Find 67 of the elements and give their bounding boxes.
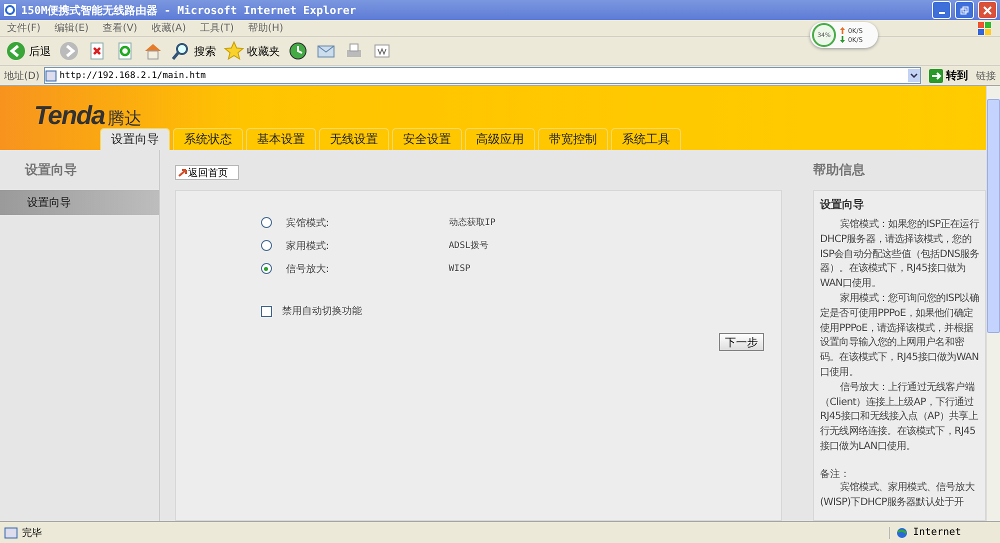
radio-button[interactable] xyxy=(260,240,272,251)
close-button[interactable] xyxy=(978,1,997,19)
mode-label: 家用模式: xyxy=(284,240,330,252)
help-title: 帮助信息 xyxy=(813,162,866,180)
nav-tab[interactable]: 安全设置 xyxy=(392,128,462,150)
dropdown-icon[interactable] xyxy=(908,69,920,82)
nav-tab[interactable]: 无线设置 xyxy=(319,128,389,150)
minimize-button[interactable] xyxy=(932,1,951,19)
back-home-button[interactable]: 返回首页 xyxy=(174,165,239,180)
brand-name: 腾达 xyxy=(108,108,142,130)
address-field[interactable]: http://192.168.2.1/main.htm xyxy=(44,67,921,84)
logo-text: Tenda xyxy=(34,100,105,131)
checkbox[interactable] xyxy=(260,306,272,316)
menu-item[interactable]: 帮助(H) xyxy=(248,21,284,35)
links-button[interactable]: 链接 xyxy=(976,68,996,82)
radio-button[interactable] xyxy=(260,217,272,228)
scrollbar[interactable] xyxy=(986,86,1000,521)
nav-tab[interactable]: 带宽控制 xyxy=(538,128,608,150)
help-paragraph: 家用模式：您可询问您的ISP以确定是否可使用PPPoE，如果他们确定使用PPPoE，请选择该模式，并根据设置向导输入您的上网用户名和密码。在该模式下，RJ45接口做为WAN口使用。 xyxy=(820,292,980,380)
browser-logo-icon xyxy=(3,3,17,17)
note-title: 备注： xyxy=(820,468,851,481)
menu-item[interactable]: 文件(F) xyxy=(7,21,41,35)
menu-item[interactable]: 编辑(E) xyxy=(54,21,89,35)
help-heading: 设置向导 xyxy=(820,197,865,212)
go-button[interactable]: 转到 xyxy=(925,68,972,83)
nav-tab[interactable]: 系统工具 xyxy=(611,128,681,150)
home-icon[interactable] xyxy=(143,41,163,61)
windows-flag-icon xyxy=(977,20,993,36)
help-paragraph: 宾馆模式、家用模式、信号放大(WISP)下DHCP服务器默认处于开 xyxy=(820,480,976,510)
page-icon xyxy=(44,70,57,82)
restore-button[interactable] xyxy=(955,1,974,19)
mode-label: 信号放大: xyxy=(284,262,330,276)
nav-tab[interactable]: 设置向导 xyxy=(100,128,170,150)
checkbox-label: 禁用自动切换功能 xyxy=(282,304,362,318)
toolbar-button[interactable]: 搜索 xyxy=(171,41,216,61)
help-paragraph: 信号放大：上行通过无线客户端（Client）连接上上级AP，下行通过RJ45接口和无线接入点（AP）共享上行无线网络连接。在该模式下，RJ45接口做为LAN口使用。 xyxy=(820,380,979,454)
menu-item[interactable]: 收藏(A) xyxy=(151,21,186,35)
up-arrow-icon xyxy=(840,27,845,34)
mode-value: WISP xyxy=(448,264,470,274)
toolbar-button[interactable]: 收藏夹 xyxy=(224,41,280,61)
arrow-icon xyxy=(178,168,188,177)
nav-tab[interactable]: 系统状态 xyxy=(173,128,243,150)
status-text: 完毕 xyxy=(22,526,43,540)
sidebar-title: 设置向导 xyxy=(24,162,78,180)
window-title: 150M便携式智能无线路由器 - Microsoft Internet Explorer xyxy=(21,2,358,18)
history-clock-icon[interactable] xyxy=(288,41,308,61)
go-arrow-icon xyxy=(929,68,943,82)
zone-indicator: Internet xyxy=(889,526,996,538)
menu-item[interactable]: 工具(T) xyxy=(200,21,234,35)
close-icon xyxy=(983,6,992,14)
page-icon xyxy=(4,526,18,538)
mode-value: 动态获取IP xyxy=(448,216,496,229)
next-button[interactable]: 下一步 xyxy=(719,333,764,351)
nav-tab[interactable]: 高级应用 xyxy=(465,128,535,150)
restore-icon xyxy=(960,6,969,14)
sidebar-item[interactable]: 设置向导 xyxy=(0,190,159,215)
star-icon[interactable] xyxy=(224,41,244,61)
toolbar-button[interactable]: 后退 xyxy=(6,41,51,61)
mode-label: 宾馆模式: xyxy=(284,216,330,230)
mode-value: ADSL拨号 xyxy=(448,240,488,252)
address-label: 地址(D) xyxy=(4,70,40,82)
radio-button[interactable] xyxy=(260,263,272,274)
menu-item[interactable]: 查看(V) xyxy=(102,21,138,35)
search-icon[interactable] xyxy=(171,41,191,61)
help-paragraph: 宾馆模式：如果您的ISP正在运行DHCP服务器，请选择该模式，您的ISP会自动分配这些值（包括DNS服务器）。在该模式下，RJ45接口做为WAN口使用。 xyxy=(820,218,980,292)
nav-tab[interactable]: 基本设置 xyxy=(246,128,316,150)
down-arrow-icon xyxy=(840,36,845,43)
